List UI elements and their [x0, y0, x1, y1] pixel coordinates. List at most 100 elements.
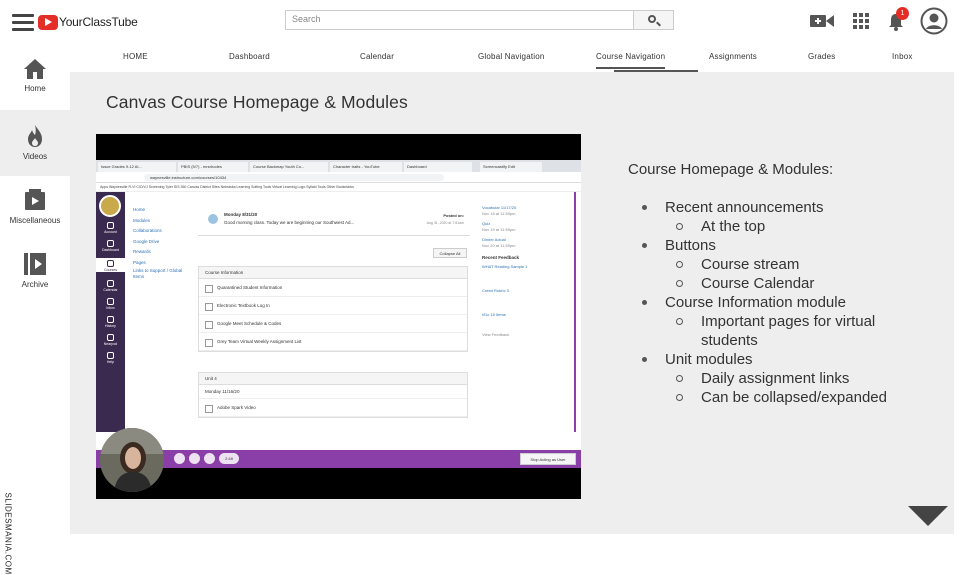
- course-nav-link: Home: [133, 207, 146, 212]
- recorder-time: 2:48: [219, 453, 239, 464]
- post-text: Good morning class. Today we are beginni…: [224, 220, 355, 225]
- search-button[interactable]: [633, 10, 674, 30]
- search-icon: [648, 15, 656, 23]
- stop-acting-as-user-button: Stop Acting as User: [520, 453, 576, 465]
- rail-label-archive: Archive: [21, 280, 49, 289]
- module-item: Electronic Textbook Log In: [199, 297, 467, 315]
- browser-tab: Course Backmap Youth Co...: [250, 162, 328, 172]
- rail-label-home: Home: [24, 84, 46, 93]
- canvas-right-panel: Vocabular 11/17/20 Nov 18 at 11:59pm Qui…: [482, 205, 572, 338]
- recorder-control-icon: [174, 453, 185, 464]
- rail-label-videos: Videos: [22, 152, 48, 161]
- hamburger-menu-icon[interactable]: [12, 14, 34, 31]
- bullet: Buttons: [628, 236, 928, 255]
- course-information-module: Course Information Quarantined Student I…: [198, 266, 468, 352]
- canvas-nav-item: Courses: [96, 258, 125, 272]
- course-nav-link: Google Drive: [133, 238, 160, 244]
- brand-name: YourClassTube: [59, 15, 138, 29]
- search-input[interactable]: Search: [285, 10, 634, 30]
- bookmarks-bar: Apps Waynesville R-VI CIO/VJ Screening T…: [96, 183, 581, 192]
- module-item: Adobe Spark Video: [199, 399, 467, 417]
- canvas-global-nav: Account Dashboard Courses Calendar Inbox…: [96, 192, 125, 432]
- brand-logo[interactable]: YourClassTube: [38, 13, 138, 31]
- rail-item-videos[interactable]: Videos: [0, 110, 70, 176]
- recorder-controls: 2:48: [174, 453, 239, 464]
- school-seal-logo: [99, 195, 121, 217]
- account-avatar-icon[interactable]: [920, 7, 948, 35]
- feedback-item: I/Do 15 Items: [482, 312, 506, 317]
- sub-bullet: Daily assignment links: [628, 369, 928, 388]
- playlist-icon: [24, 253, 46, 275]
- notes-panel: Course Homepage & Modules: Recent announ…: [628, 160, 928, 407]
- announcement-post: Monday 8/31/20 Good morning class. Today…: [198, 208, 470, 236]
- tab-dashboard[interactable]: Dashboard: [229, 52, 270, 61]
- tab-inbox[interactable]: Inbox: [892, 52, 913, 61]
- browser-tab: Screencastify Edit: [480, 162, 542, 172]
- tab-global-navigation[interactable]: Global Navigation: [478, 52, 545, 61]
- tab-home[interactable]: HOME: [123, 52, 148, 61]
- canvas-nav-item: History: [96, 316, 125, 328]
- next-slide-arrow-icon[interactable]: [908, 506, 948, 526]
- posted-on-label: Posted on:: [443, 213, 464, 218]
- browser-tab: Dashboard: [404, 162, 472, 172]
- todo-date: Nov 19 at 11:59pm: [482, 227, 516, 232]
- bullet: Unit modules: [628, 350, 928, 369]
- rail-item-miscellaneous[interactable]: Miscellaneous: [0, 176, 70, 242]
- watermark-text: SLIDESMANIA.COM: [3, 492, 13, 575]
- course-nav-list: Home Modules Collaborations Google Drive…: [133, 205, 183, 280]
- canvas-nav-item: Account: [96, 222, 125, 234]
- collapse-all-button: Collapse All: [433, 248, 467, 258]
- acting-as-user-bar: [96, 450, 581, 468]
- canvas-screenshot: Issue Grades 9-12 Al... PBIS (5/7) - mrs…: [96, 160, 581, 492]
- folder-play-icon: [25, 189, 45, 210]
- home-icon: [24, 59, 46, 79]
- video-player[interactable]: Issue Grades 9-12 Al... PBIS (5/7) - mrs…: [96, 134, 581, 499]
- unit-day: Monday 11/16/20: [199, 385, 467, 399]
- notification-count-badge: 1: [896, 7, 909, 20]
- tab-assignments[interactable]: Assignments: [709, 52, 757, 61]
- module-item: Grey Team Virtual Weekly Assignment List: [199, 333, 467, 351]
- acting-as-border: [574, 192, 576, 432]
- rail-item-home[interactable]: Home: [0, 44, 70, 110]
- url-text: waynesville.instructure.com/courses/1043…: [144, 174, 444, 181]
- canvas-nav-item: Help: [96, 352, 125, 364]
- todo-date: Nov 20 at 11:59pm: [482, 243, 516, 248]
- feedback-item: Creed Rubric 3: [482, 288, 509, 293]
- todo-date: Nov 18 at 11:59pm: [482, 211, 516, 216]
- main-content: Canvas Course Homepage & Modules Issue G…: [70, 72, 954, 534]
- browser-tab: Issue Grades 9-12 Al...: [98, 162, 176, 172]
- fire-icon: [28, 125, 42, 147]
- presenter-image: [100, 428, 164, 492]
- rail-label-miscellaneous: Miscellaneous: [9, 216, 61, 225]
- play-logo-icon: [38, 14, 58, 30]
- module-header: Course Information: [199, 267, 467, 279]
- course-nav-link: Pages: [133, 259, 146, 265]
- sub-bullet: Course stream: [628, 255, 928, 274]
- module-item: Quarantined Student Information: [199, 279, 467, 297]
- bullet: Recent announcements: [628, 198, 928, 217]
- canvas-nav-item: Dashboard: [96, 240, 125, 252]
- sub-bullet: At the top: [628, 217, 928, 236]
- apps-grid-icon[interactable]: [853, 13, 869, 29]
- tab-grades[interactable]: Grades: [808, 52, 835, 61]
- rail-item-archive[interactable]: Archive: [0, 242, 70, 308]
- post-date: Monday 8/31/20: [224, 212, 258, 217]
- canvas-nav-item: Nearpod: [96, 334, 125, 346]
- tab-calendar[interactable]: Calendar: [360, 52, 394, 61]
- bullet: Course Information module: [628, 293, 928, 312]
- canvas-nav-item: Inbox: [96, 298, 125, 310]
- canvas-nav-item: Calendar: [96, 280, 125, 292]
- webcam-bubble: [100, 428, 164, 492]
- nav-tabs: HOME Dashboard Calendar Global Navigatio…: [70, 44, 954, 72]
- browser-tab: PBIS (5/7) - mrsrhodes: [178, 162, 248, 172]
- browser-tab: Character traits - YouTube: [330, 162, 402, 172]
- watermark: SLIDESMANIA.COM: [0, 492, 14, 575]
- view-feedback-link: View Feedback: [482, 332, 510, 337]
- create-video-icon[interactable]: [810, 13, 834, 29]
- left-rail: Home Videos Miscellaneous Archive SLIDES…: [0, 44, 70, 575]
- sub-bullet: Important pages for virtual students: [628, 312, 928, 350]
- tab-course-navigation[interactable]: Course Navigation: [596, 52, 666, 69]
- browser-url-bar: waynesville.instructure.com/courses/1043…: [96, 172, 581, 183]
- sub-bullet: Course Calendar: [628, 274, 928, 293]
- sub-bullet: Can be collapsed/expanded: [628, 388, 928, 407]
